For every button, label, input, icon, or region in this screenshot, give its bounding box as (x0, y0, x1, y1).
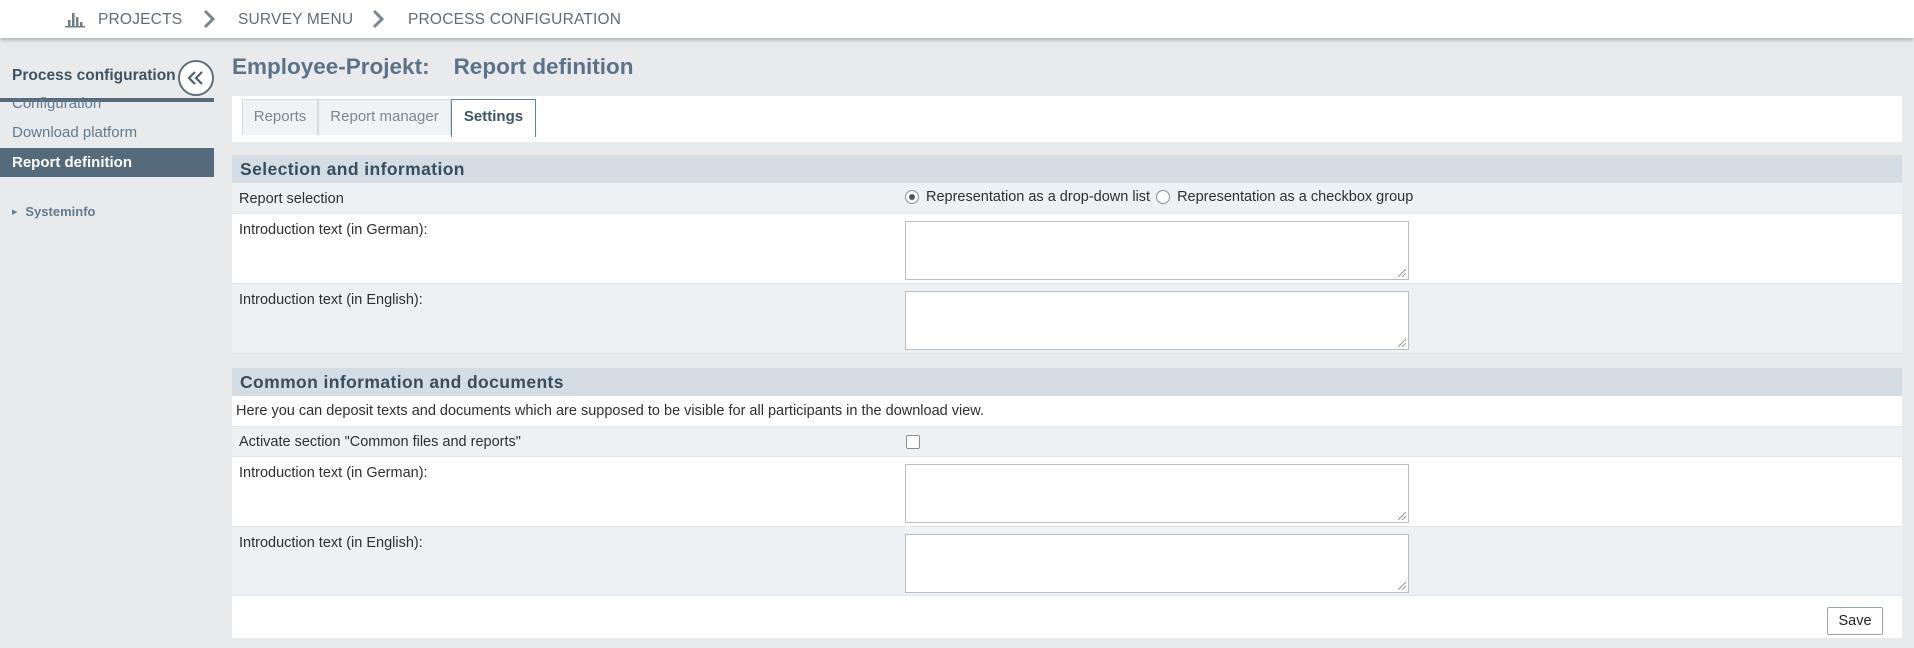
common-description: Here you can deposit texts and documents… (236, 403, 984, 419)
common-intro-german-row: Introduction text (in German): (232, 457, 1902, 527)
common-intro-german-textarea[interactable] (905, 464, 1409, 523)
report-selection-label: Report selection (239, 191, 344, 207)
intro-english-label: Introduction text (in English): (239, 292, 423, 308)
sidebar-item-report-definition[interactable]: Report definition (0, 148, 214, 177)
radio-dropdown-label[interactable]: Representation as a drop-down list (926, 189, 1150, 205)
report-selection-row: Report selection Representation as a dro… (232, 183, 1902, 214)
breadcrumb-projects[interactable]: PROJECTS (98, 10, 182, 30)
tab-reports[interactable]: Reports (242, 99, 318, 135)
common-intro-german-label: Introduction text (in German): (239, 465, 428, 481)
page-heading: Report definition (453, 54, 634, 79)
section-common-heading: Common information and documents (232, 368, 1902, 396)
activate-section-row: Activate section "Common files and repor… (232, 427, 1902, 457)
radio-checkbox-group[interactable] (1156, 190, 1171, 204)
page-title: Employee-Projekt: Report definition (232, 54, 634, 80)
sidebar-item-systeminfo[interactable]: ▶ Systeminfo (12, 204, 95, 219)
chevron-right-icon (371, 9, 385, 29)
sidebar-title: Process configuration (12, 67, 176, 84)
activate-section-label: Activate section "Common files and repor… (239, 434, 521, 450)
caret-right-icon: ▶ (12, 208, 18, 216)
sidebar-item-download-platform[interactable]: Download platform (0, 118, 214, 147)
report-selection-options: Representation as a drop-down list Repre… (905, 189, 1413, 205)
intro-german-textarea[interactable] (905, 221, 1409, 280)
tab-report-manager[interactable]: Report manager (318, 99, 451, 135)
double-chevron-left-icon (187, 71, 203, 85)
breadcrumb-process-configuration[interactable]: PROCESS CONFIGURATION (408, 10, 621, 30)
intro-german-label: Introduction text (in German): (239, 222, 428, 238)
tab-bar: Reports Report manager Settings (232, 96, 1902, 142)
common-intro-english-textarea[interactable] (905, 534, 1409, 593)
sidebar: Process configuration Configuration Down… (0, 38, 214, 648)
radio-dropdown[interactable] (905, 190, 919, 204)
breadcrumb: PROJECTS SURVEY MENU PROCESS CONFIGURATI… (0, 0, 1914, 38)
form-footer: Save (232, 596, 1902, 638)
sidebar-item-configuration[interactable]: Configuration (0, 89, 214, 118)
intro-english-row: Introduction text (in English): (232, 284, 1902, 354)
radio-checkbox-group-label[interactable]: Representation as a checkbox group (1177, 189, 1413, 205)
common-description-row: Here you can deposit texts and documents… (232, 396, 1902, 427)
intro-english-textarea[interactable] (905, 291, 1409, 350)
project-name: Employee-Projekt: (232, 54, 430, 79)
chevron-right-icon (202, 9, 216, 29)
section-selection-heading: Selection and information (232, 155, 1902, 183)
bar-chart-icon (64, 9, 86, 29)
save-button[interactable]: Save (1827, 607, 1883, 635)
tab-settings[interactable]: Settings (451, 99, 536, 137)
intro-german-row: Introduction text (in German): (232, 214, 1902, 284)
common-intro-english-label: Introduction text (in English): (239, 535, 423, 551)
common-intro-english-row: Introduction text (in English): (232, 527, 1902, 596)
systeminfo-label: Systeminfo (25, 204, 96, 219)
breadcrumb-survey-menu[interactable]: SURVEY MENU (238, 10, 353, 30)
activate-section-checkbox[interactable] (906, 435, 920, 449)
